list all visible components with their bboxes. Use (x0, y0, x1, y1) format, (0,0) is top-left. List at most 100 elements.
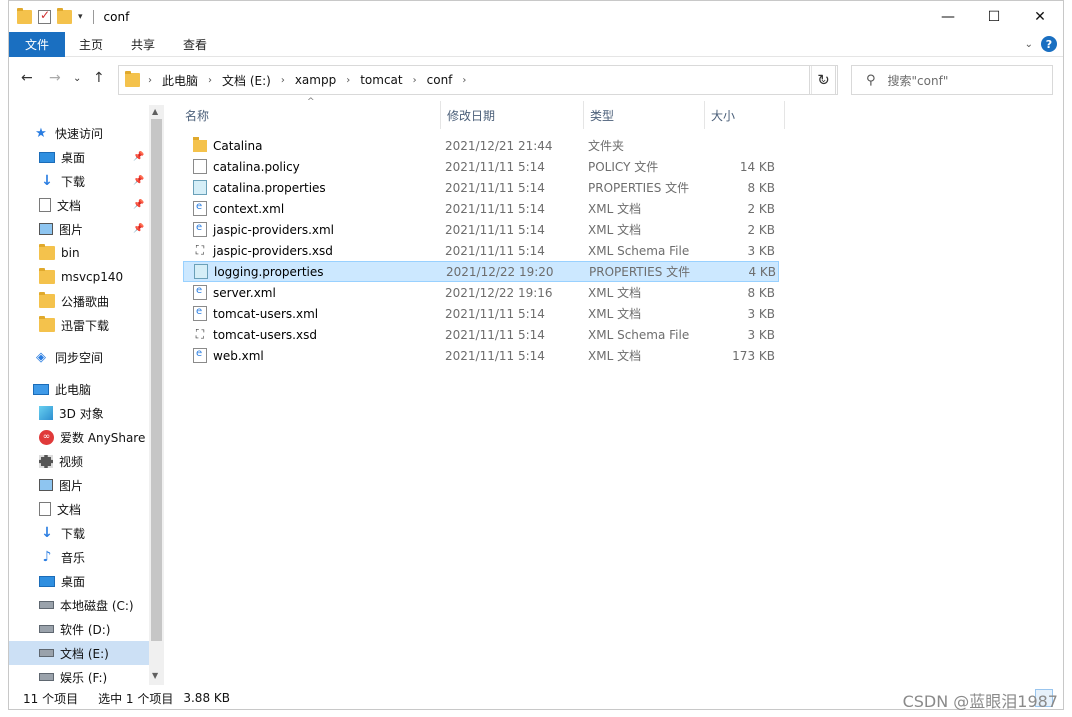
nav-item[interactable]: 公播歌曲 (9, 289, 149, 313)
nav-item[interactable]: 本地磁盘 (C:) (9, 593, 149, 617)
nav-item[interactable]: ↓ 下载 📌 (9, 169, 149, 193)
file-row[interactable]: Catalina 2021/12/21 21:44 文件夹 (183, 135, 779, 156)
file-row[interactable]: tomcat-users.xml 2021/11/11 5:14 XML 文档 3 K… (183, 303, 779, 324)
breadcrumb-xampp[interactable]: xampp (295, 73, 336, 87)
drive-icon (39, 673, 54, 681)
file-row[interactable]: context.xml 2021/11/11 5:14 XML 文档 2 KB (183, 198, 779, 219)
nav-item[interactable]: 桌面 (9, 569, 149, 593)
quick-access-toolbar: ▾ conf (17, 7, 129, 24)
close-button[interactable]: ✕ (1017, 1, 1063, 32)
file-size: 14 KB (739, 159, 775, 174)
scroll-down-arrow-icon[interactable]: ▼ (152, 671, 158, 680)
folder-icon (39, 268, 55, 284)
nav-item[interactable]: ♪ 音乐 (9, 545, 149, 569)
pin-icon[interactable]: 📌 (133, 152, 144, 162)
pin-icon[interactable]: 📌 (133, 176, 144, 186)
file-type: XML 文档 (588, 223, 642, 237)
breadcrumb-separator-icon[interactable]: › (148, 75, 152, 86)
minimize-button[interactable]: — (925, 1, 971, 32)
breadcrumb-drive-e[interactable]: 文档 (E:) (222, 72, 271, 89)
drive-icon (39, 625, 54, 633)
file-row[interactable]: catalina.properties 2021/11/11 5:14 PROPER… (183, 177, 779, 198)
nav-item-label: 娱乐 (F:) (60, 670, 108, 685)
tab-share[interactable]: 共享 (117, 32, 169, 57)
file-row[interactable]: catalina.policy 2021/11/11 5:14 POLICY 文件 1… (183, 156, 779, 177)
customize-toolbar-dropdown-icon[interactable]: ▾ (78, 12, 83, 22)
maximize-button[interactable]: ☐ (971, 1, 1017, 32)
tab-file[interactable]: 文件 (9, 31, 66, 57)
breadcrumb-separator-icon[interactable]: › (462, 75, 466, 86)
nav-item[interactable]: 文档 (9, 497, 149, 521)
nav-item[interactable]: 文档 (E:) (9, 641, 149, 665)
file-name-cell: jaspic-providers.xml (183, 222, 441, 237)
column-name[interactable]: 名称 (179, 101, 441, 129)
nav-item[interactable]: 图片 (9, 473, 149, 497)
nav-item[interactable]: 此电脑 (9, 377, 149, 401)
nav-item[interactable]: bin (9, 241, 149, 265)
nav-item-label: bin (61, 246, 80, 260)
column-date-modified[interactable]: 修改日期 (441, 101, 584, 129)
up-arrow-icon[interactable]: ↑ (93, 70, 105, 86)
scrollbar-thumb[interactable] (151, 119, 162, 641)
breadcrumb-separator-icon[interactable]: › (413, 75, 417, 86)
breadcrumb-separator-icon[interactable]: › (208, 75, 212, 86)
nav-item[interactable]: 文档 📌 (9, 193, 149, 217)
nav-item[interactable]: ↓ 下载 (9, 521, 149, 545)
status-selection-size: 3.88 KB (183, 691, 230, 705)
file-name-cell: context.xml (183, 201, 441, 216)
breadcrumb-conf[interactable]: conf (427, 73, 453, 87)
nav-item-label: msvcp140 (61, 270, 124, 284)
file-row[interactable]: web.xml 2021/11/11 5:14 XML 文档 173 KB (183, 345, 779, 366)
forward-arrow-icon[interactable]: → (49, 70, 61, 86)
scroll-up-arrow-icon[interactable]: ▲ (152, 107, 158, 116)
nav-item[interactable]: 视频 (9, 449, 149, 473)
nav-item[interactable]: 迅雷下载 (9, 313, 149, 337)
nav-item[interactable]: 娱乐 (F:) (9, 665, 149, 685)
navigation-scrollbar[interactable]: ▲ ▼ (149, 105, 164, 685)
nav-item[interactable]: ★ 快速访问 (9, 121, 149, 145)
pin-icon[interactable]: 📌 (133, 224, 144, 234)
pin-icon[interactable]: 📌 (133, 200, 144, 210)
file-date: 2021/11/11 5:14 (445, 306, 545, 321)
tab-view[interactable]: 查看 (169, 32, 221, 57)
tab-home[interactable]: 主页 (65, 32, 117, 57)
refresh-button[interactable]: ↻ (809, 65, 838, 95)
nav-item[interactable]: 3D 对象 (9, 401, 149, 425)
nav-item-label: 本地磁盘 (C:) (60, 598, 134, 613)
recent-locations-chevron-icon[interactable]: ⌄ (73, 73, 81, 84)
folder-icon[interactable] (17, 7, 32, 24)
breadcrumb-separator-icon[interactable]: › (281, 75, 285, 86)
column-size[interactable]: 大小 (705, 101, 785, 129)
file-size: 2 KB (747, 201, 775, 216)
file-row[interactable]: logging.properties 2021/12/22 19:20 PROPER… (183, 261, 779, 282)
breadcrumb-this-pc[interactable]: 此电脑 (162, 72, 198, 89)
file-date: 2021/12/21 21:44 (445, 138, 553, 153)
column-type[interactable]: 类型 (584, 101, 705, 129)
file-row[interactable]: jaspic-providers.xml 2021/11/11 5:14 XML 文… (183, 219, 779, 240)
search-input[interactable]: ⚲ 搜索"conf" (851, 65, 1053, 95)
file-date: 2021/12/22 19:16 (445, 285, 553, 300)
file-row[interactable]: server.xml 2021/12/22 19:16 XML 文档 8 KB (183, 282, 779, 303)
doc-file-icon (193, 159, 207, 174)
file-row[interactable]: ⛶ tomcat-users.xsd 2021/11/11 5:14 XML Sche… (183, 324, 779, 345)
breadcrumb-separator-icon[interactable]: › (346, 75, 350, 86)
nav-item-label: 视频 (59, 454, 84, 469)
new-folder-icon[interactable] (57, 7, 72, 24)
nav-item[interactable]: ◈ 同步空间 (9, 345, 149, 369)
nav-item[interactable]: 图片 📌 (9, 217, 149, 241)
address-bar[interactable]: › 此电脑 › 文档 (E:) › xampp › tomcat › conf … (118, 65, 836, 95)
file-row[interactable]: ⛶ jaspic-providers.xsd 2021/11/11 5:14 XML … (183, 240, 779, 261)
nav-item[interactable]: ∞ 爱数 AnyShare (9, 425, 149, 449)
back-arrow-icon[interactable]: ← (21, 70, 33, 86)
expand-ribbon-chevron-icon[interactable]: ⌄ (1025, 39, 1033, 50)
properties-icon[interactable] (38, 8, 51, 24)
nav-item[interactable]: msvcp140 (9, 265, 149, 289)
xml-file-icon (193, 348, 207, 363)
xml-file-icon (193, 201, 207, 216)
help-icon[interactable]: ? (1041, 36, 1057, 52)
nav-item[interactable]: 软件 (D:) (9, 617, 149, 641)
xsd-file-icon: ⛶ (195, 243, 205, 257)
file-type: PROPERTIES 文件 (588, 181, 690, 195)
nav-item[interactable]: 桌面 📌 (9, 145, 149, 169)
breadcrumb-tomcat[interactable]: tomcat (360, 73, 402, 87)
